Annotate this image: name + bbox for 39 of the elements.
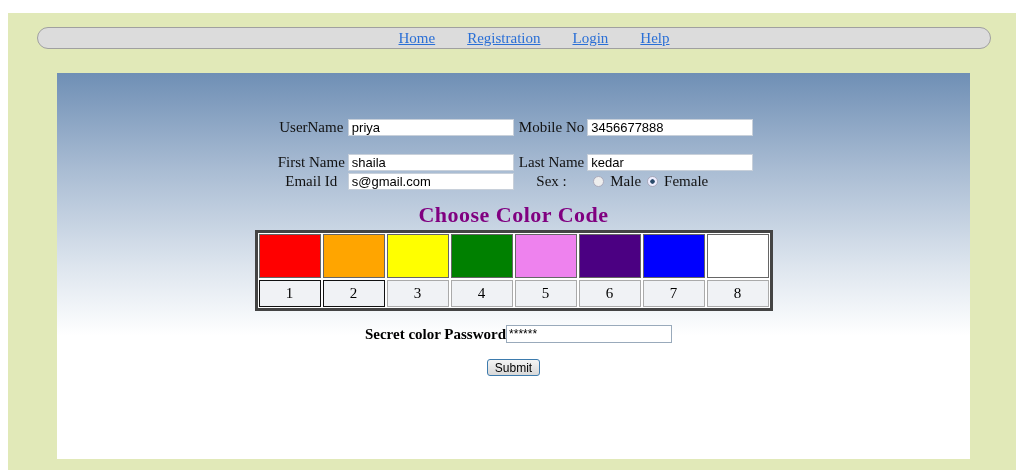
radio-button[interactable] <box>593 176 605 187</box>
text-field[interactable]: shaila <box>347 154 514 171</box>
radio-label: Male <box>610 173 642 190</box>
text-field[interactable]: s@gmail.com <box>347 173 514 190</box>
color-swatch[interactable] <box>322 234 385 278</box>
submit-button[interactable]: Submit <box>486 359 541 376</box>
color-swatch[interactable] <box>450 234 513 278</box>
radio-button[interactable] <box>647 176 659 187</box>
number-button[interactable]: 2 <box>322 280 385 307</box>
number-button[interactable]: 1 <box>258 280 321 307</box>
number-button[interactable]: 3 <box>386 280 449 307</box>
number-button[interactable]: 6 <box>578 280 641 307</box>
field-label: Sex : <box>535 173 568 190</box>
number-button[interactable]: 4 <box>450 280 513 307</box>
nav-link[interactable]: Login <box>572 29 609 47</box>
text-field[interactable]: 3456677888 <box>587 119 754 136</box>
color-swatch[interactable] <box>258 234 321 278</box>
nav-link[interactable]: Home <box>398 29 436 47</box>
number-button[interactable]: 5 <box>514 280 577 307</box>
text-field[interactable]: priya <box>347 119 514 136</box>
password-field[interactable]: ****** <box>506 325 673 343</box>
color-swatch[interactable] <box>514 234 577 278</box>
color-swatch[interactable] <box>706 234 769 278</box>
number-button[interactable]: 7 <box>642 280 705 307</box>
radio-label: Female <box>664 173 709 190</box>
color-swatch[interactable] <box>578 234 641 278</box>
color-swatch[interactable] <box>642 234 705 278</box>
field-label: Email Id <box>284 173 339 190</box>
text-field[interactable]: kedar <box>587 154 754 171</box>
nav-link[interactable]: Registration <box>467 29 541 47</box>
field-label: Last Name <box>518 154 585 171</box>
field-label: First Name <box>277 154 345 171</box>
field-label: UserName <box>278 119 345 136</box>
nav-link[interactable]: Help <box>640 29 670 47</box>
field-label: Mobile No <box>518 119 585 136</box>
password-label: Secret color Password <box>364 325 507 343</box>
color-swatch[interactable] <box>386 234 449 278</box>
section-title: Choose Color Code <box>418 202 609 228</box>
number-button[interactable]: 8 <box>706 280 769 307</box>
